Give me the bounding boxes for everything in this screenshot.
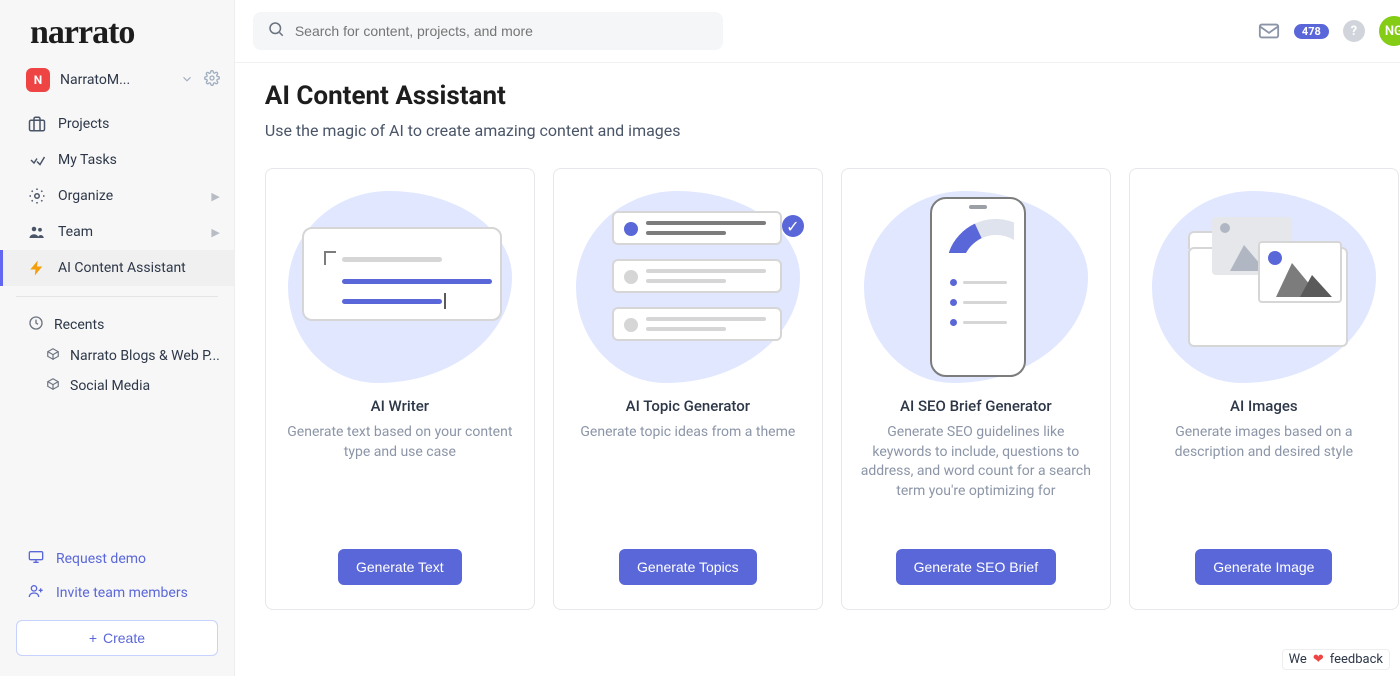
invite-team-link[interactable]: Invite team members bbox=[16, 576, 218, 610]
request-demo-link[interactable]: Request demo bbox=[16, 542, 218, 576]
generate-image-button[interactable]: Generate Image bbox=[1195, 549, 1332, 585]
nav-my-tasks[interactable]: My Tasks bbox=[0, 142, 234, 178]
card-title: AI SEO Brief Generator bbox=[900, 397, 1052, 415]
chevron-down-icon[interactable] bbox=[180, 71, 194, 90]
card-title: AI Writer bbox=[371, 397, 429, 415]
heart-icon: ❤ bbox=[1313, 652, 1324, 667]
gear-icon[interactable] bbox=[204, 70, 220, 90]
nav-label: Organize bbox=[58, 188, 113, 204]
card-desc: Generate text based on your content type… bbox=[284, 423, 516, 462]
card-ai-topic-generator: ✓ AI Topic Generator Generate topic idea… bbox=[553, 168, 823, 610]
card-ai-seo-brief: AI SEO Brief Generator Generate SEO guid… bbox=[841, 168, 1111, 610]
workspace-name: NarratoM... bbox=[60, 72, 170, 88]
card-ai-writer: AI Writer Generate text based on your co… bbox=[265, 168, 535, 610]
card-desc: Generate topic ideas from a theme bbox=[580, 423, 795, 443]
generate-text-button[interactable]: Generate Text bbox=[338, 549, 462, 585]
page-title: AI Content Assistant bbox=[265, 81, 1399, 111]
box-icon bbox=[46, 377, 60, 395]
nav-label: My Tasks bbox=[58, 152, 117, 168]
illustration-ai-topic: ✓ bbox=[572, 187, 804, 387]
chevron-right-icon: ▶ bbox=[211, 226, 219, 239]
main: 478 ? NG AI Content Assistant Use the ma… bbox=[235, 0, 1400, 676]
divider bbox=[16, 296, 218, 297]
sidebar: narrato N NarratoM... Projects bbox=[0, 0, 235, 676]
box-icon bbox=[46, 347, 60, 365]
avatar[interactable]: NG bbox=[1379, 16, 1400, 46]
plus-icon: + bbox=[89, 630, 97, 646]
help-button[interactable]: ? bbox=[1343, 20, 1365, 42]
nav-organize[interactable]: Organize ▶ bbox=[0, 178, 234, 214]
topbar: 478 ? NG bbox=[235, 0, 1400, 63]
logo-text: narrato bbox=[30, 14, 214, 52]
workspace-switcher[interactable]: N NarratoM... bbox=[0, 62, 234, 106]
recent-item-label: Social Media bbox=[70, 378, 150, 394]
recents-header: Recents bbox=[0, 311, 234, 341]
page-subtitle: Use the magic of AI to create amazing co… bbox=[265, 121, 1399, 140]
nav-label: AI Content Assistant bbox=[58, 260, 186, 276]
nav-projects[interactable]: Projects bbox=[0, 106, 234, 142]
generate-topics-button[interactable]: Generate Topics bbox=[619, 549, 757, 585]
invite-team-label: Invite team members bbox=[56, 585, 188, 601]
feedback-widget[interactable]: We ❤ feedback bbox=[1282, 649, 1390, 670]
card-desc: Generate SEO guidelines like keywords to… bbox=[860, 423, 1092, 501]
lightning-icon bbox=[28, 259, 46, 277]
clock-icon bbox=[28, 315, 44, 335]
check-icon bbox=[28, 151, 46, 169]
cog-icon bbox=[28, 187, 46, 205]
nav: Projects My Tasks Organize ▶ Team bbox=[0, 106, 234, 286]
illustration-ai-writer bbox=[284, 187, 516, 387]
search-input[interactable] bbox=[295, 23, 709, 39]
illustration-ai-images bbox=[1148, 187, 1380, 387]
nav-team[interactable]: Team ▶ bbox=[0, 214, 234, 250]
recent-item[interactable]: Narrato Blogs & Web P... bbox=[0, 341, 234, 371]
card-title: AI Topic Generator bbox=[626, 397, 750, 415]
search-bar[interactable] bbox=[253, 12, 723, 50]
briefcase-icon bbox=[28, 115, 46, 133]
request-demo-label: Request demo bbox=[56, 551, 146, 567]
recent-item-label: Narrato Blogs & Web P... bbox=[70, 348, 220, 364]
nav-label: Projects bbox=[58, 116, 109, 132]
card-title: AI Images bbox=[1230, 397, 1298, 415]
create-label: Create bbox=[103, 630, 145, 646]
sidebar-bottom: Request demo Invite team members + Creat… bbox=[0, 532, 234, 676]
cards-row: AI Writer Generate text based on your co… bbox=[265, 168, 1399, 610]
user-plus-icon bbox=[28, 583, 44, 603]
notification-badge[interactable]: 478 bbox=[1294, 24, 1329, 39]
generate-seo-brief-button[interactable]: Generate SEO Brief bbox=[896, 549, 1057, 585]
create-button[interactable]: + Create bbox=[16, 620, 218, 656]
team-icon bbox=[28, 223, 46, 241]
recent-item[interactable]: Social Media bbox=[0, 371, 234, 401]
content: AI Content Assistant Use the magic of AI… bbox=[235, 63, 1400, 676]
card-ai-images: AI Images Generate images based on a des… bbox=[1129, 168, 1399, 610]
logo[interactable]: narrato bbox=[0, 0, 234, 62]
recents-label: Recents bbox=[54, 317, 104, 333]
monitor-icon bbox=[28, 549, 44, 569]
chevron-right-icon: ▶ bbox=[211, 190, 219, 203]
nav-ai-content-assistant[interactable]: AI Content Assistant bbox=[0, 250, 234, 286]
feedback-pre: We bbox=[1289, 652, 1307, 667]
check-icon: ✓ bbox=[782, 215, 804, 237]
inbox-button[interactable] bbox=[1258, 20, 1280, 42]
card-desc: Generate images based on a description a… bbox=[1148, 423, 1380, 462]
workspace-badge: N bbox=[26, 68, 50, 92]
feedback-post: feedback bbox=[1330, 652, 1383, 667]
nav-label: Team bbox=[58, 224, 93, 240]
search-icon bbox=[267, 20, 285, 42]
illustration-ai-seo bbox=[860, 187, 1092, 387]
